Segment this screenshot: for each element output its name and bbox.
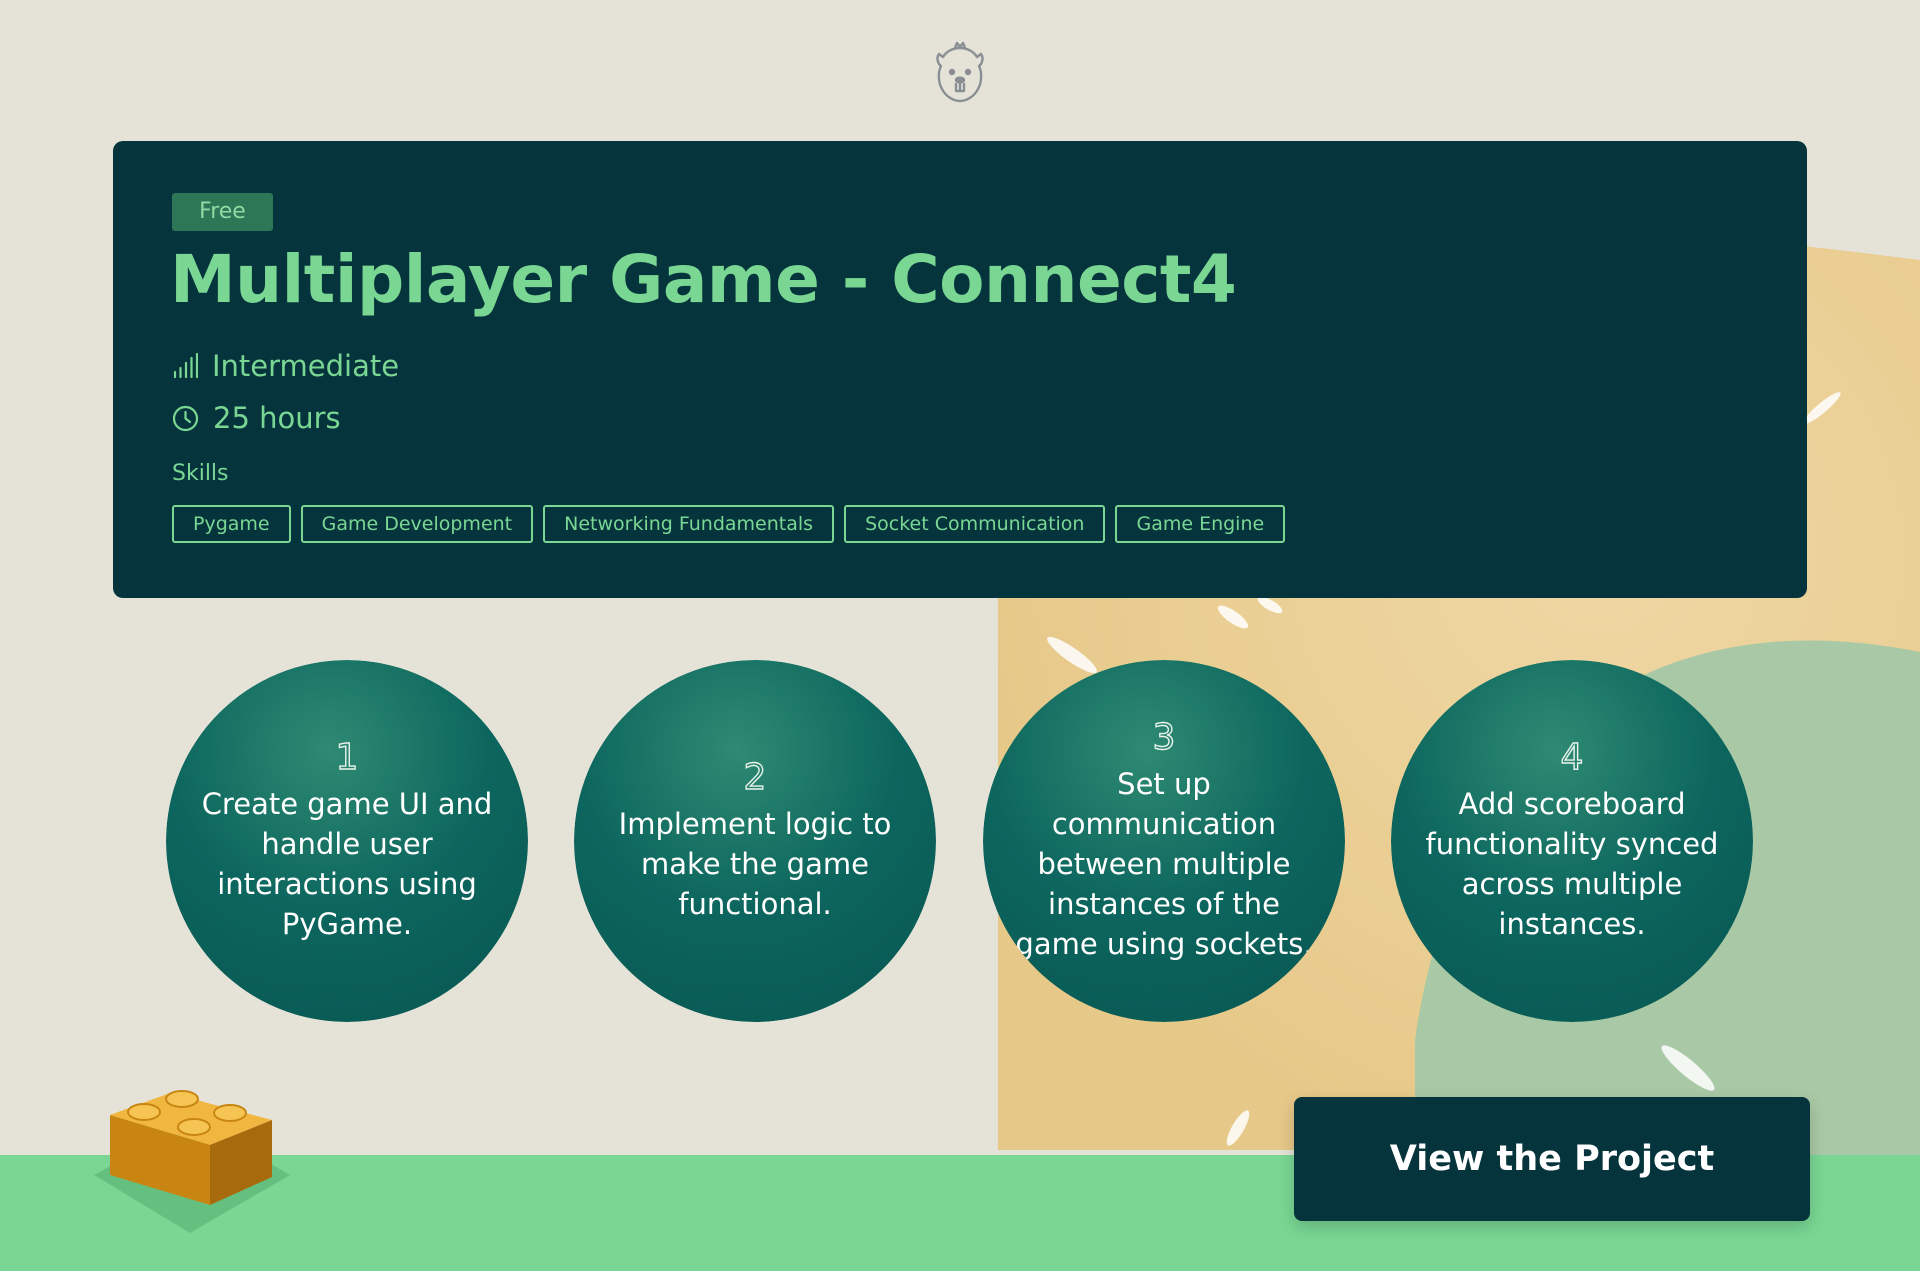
step-number: 4 xyxy=(1560,737,1584,779)
step-number: 3 xyxy=(1152,717,1176,759)
step-description: Set up communication between multiple in… xyxy=(1015,766,1313,961)
step-2: 2 Implement logic to make the game funct… xyxy=(574,660,936,1022)
difficulty-label: Intermediate xyxy=(212,349,400,383)
view-project-button[interactable]: View the Project xyxy=(1294,1097,1810,1221)
step-number: 2 xyxy=(743,757,767,799)
skill-tag-socket-communication: Socket Communication xyxy=(844,505,1106,543)
clock-icon xyxy=(172,405,199,431)
skills-list: Pygame Game Development Networking Funda… xyxy=(172,505,1286,543)
free-badge: Free xyxy=(172,193,273,231)
skill-tag-game-development: Game Development xyxy=(300,505,534,543)
project-duration: 25 hours xyxy=(172,401,341,435)
step-number: 1 xyxy=(335,737,359,779)
duration-label: 25 hours xyxy=(213,401,341,435)
step-1: 1 Create game UI and handle user interac… xyxy=(166,660,528,1022)
step-description: Add scoreboard functionality synced acro… xyxy=(1425,786,1719,941)
project-card: Free Multiplayer Game - Connect4 Interme… xyxy=(113,141,1807,598)
signal-bars-icon xyxy=(173,353,198,379)
step-4: 4 Add scoreboard functionality synced ac… xyxy=(1391,660,1753,1022)
toy-brick-icon xyxy=(94,1090,290,1233)
step-3: 3 Set up communication between multiple … xyxy=(983,660,1345,1022)
step-description: Implement logic to make the game functio… xyxy=(618,806,892,921)
skill-tag-game-engine: Game Engine xyxy=(1115,505,1286,543)
step-description: Create game UI and handle user interacti… xyxy=(201,786,493,941)
difficulty-level: Intermediate xyxy=(172,349,399,383)
beaver-logo-icon xyxy=(936,41,984,103)
skills-heading: Skills xyxy=(172,461,229,486)
project-title: Multiplayer Game - Connect4 xyxy=(170,241,1237,318)
skill-tag-networking-fundamentals: Networking Fundamentals xyxy=(543,505,835,543)
skill-tag-pygame: Pygame xyxy=(172,505,291,543)
